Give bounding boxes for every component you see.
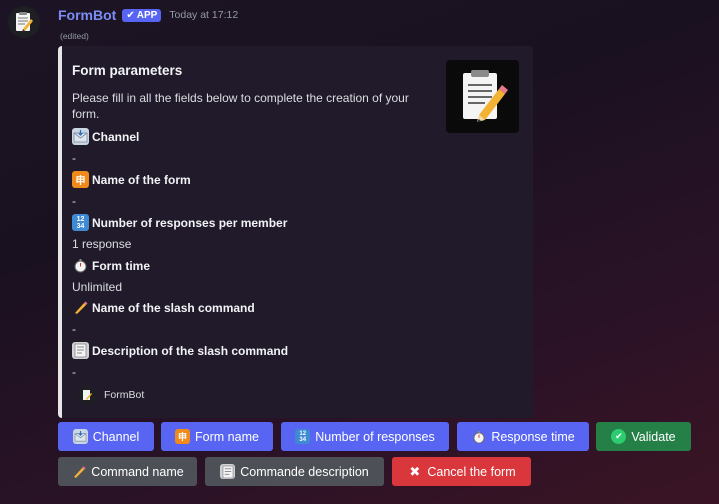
numbers-icon: 12 34 [72,214,89,231]
numbers-icon: 12 34 [295,429,311,444]
response-time-button[interactable]: Response time [457,422,589,451]
button-label: Form name [195,429,259,444]
command-description-button[interactable]: Commande description [205,457,384,486]
command-name-button[interactable]: Command name [58,457,197,486]
edited-label: (edited) [60,31,89,41]
timestamp[interactable]: Today at 17:12 [169,9,238,21]
app-badge-label: APP [136,9,158,21]
channel-button[interactable]: Channel [58,422,154,451]
validate-button[interactable]: ✔ Validate [596,422,691,451]
embed-card: Form parameters Please fill in all the f… [58,46,533,418]
field-value: - [72,322,76,336]
field-name: Description of the slash command [92,343,289,358]
field-channel: Channel - [72,128,139,165]
stopwatch-icon [471,429,486,444]
envelope-icon [72,128,89,145]
field-name: Form time [92,258,151,273]
pencil-icon [72,299,89,316]
field-name: Name of the form [92,172,191,187]
app-badge: ✔ APP [122,8,162,22]
field-responses: 12 34 Number of responses per member 1 re… [72,214,287,251]
button-label: Command name [91,464,184,479]
field-value: Unlimited [72,280,123,294]
name-badge-icon: 申 [72,171,89,188]
page-icon [220,464,236,479]
embed-description: Please fill in all the fields below to c… [72,91,409,121]
name-badge-icon: 申 [175,429,191,444]
footer-text: FormBot [104,389,145,401]
field-name: Name of the slash command [92,300,255,315]
page-icon [72,342,89,359]
memo-icon [16,12,33,32]
memo-icon [78,386,96,404]
field-value: 1 response [72,237,132,251]
stopwatch-icon [72,257,89,274]
field-form-time: Form time Unlimited [72,257,151,295]
verified-check-icon: ✔ [126,9,135,21]
button-label: Response time [491,429,575,444]
field-command-description: Description of the slash command - [72,342,288,379]
memo-icon [462,69,508,122]
field-value: - [72,151,76,165]
bot-avatar[interactable] [8,6,40,38]
field-value: - [72,194,76,208]
button-label: Number of responses [315,429,435,444]
field-form-name: 申 Name of the form - [72,171,191,208]
button-label: Validate [631,429,676,444]
field-command-name: Name of the slash command - [72,299,255,337]
field-name: Channel [92,129,140,144]
embed-thumbnail[interactable] [446,60,519,133]
button-label: Commande description [240,464,369,479]
pencil-icon [71,464,86,479]
button-label: Cancel the form [427,464,516,479]
button-label: Channel [92,429,140,444]
embed-footer: FormBot [78,386,144,404]
embed-title: Form parameters [72,63,183,78]
form-name-button[interactable]: 申 Form name [161,422,273,451]
envelope-icon [72,429,88,444]
message-header: FormBot ✔ APP Today at 17:12 [58,7,238,23]
cross-icon: ✖ [409,463,421,479]
check-icon: ✔ [611,429,627,444]
field-name: Number of responses per member [92,215,288,230]
author-name[interactable]: FormBot [58,7,116,23]
number-of-responses-button[interactable]: 12 34 Number of responses [281,422,449,451]
bot-message: FormBot ✔ APP Today at 17:12 (edited) Fo… [0,0,719,504]
cancel-form-button[interactable]: ✖ Cancel the form [392,457,531,486]
field-value: - [72,365,76,379]
